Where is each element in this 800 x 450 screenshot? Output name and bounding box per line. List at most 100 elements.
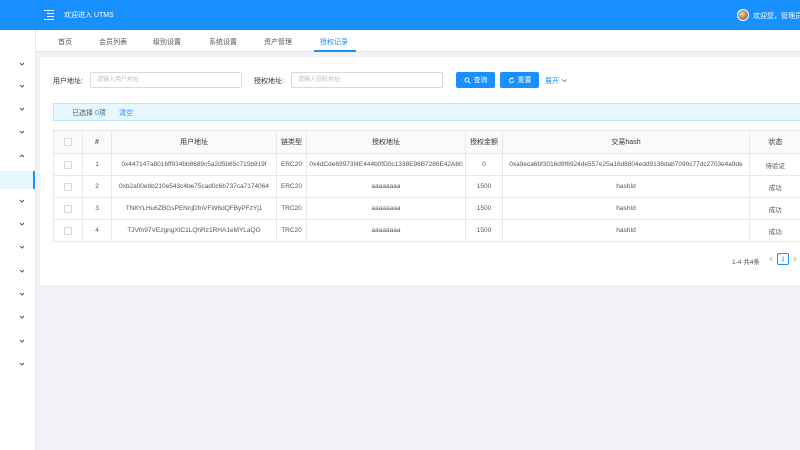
amount-cell: 1500 bbox=[465, 175, 503, 198]
row-checkbox[interactable] bbox=[64, 204, 72, 213]
selection-info: 已选择 0项 bbox=[72, 108, 106, 118]
row-index: 3 bbox=[82, 197, 112, 220]
tab-asset-management[interactable]: 资产管理 bbox=[264, 37, 292, 47]
status-cell: 待验证 bbox=[749, 153, 800, 176]
column-header: 链类型 bbox=[276, 130, 307, 154]
chevron-down-icon[interactable] bbox=[18, 313, 26, 321]
chain-type-cell: TRC20 bbox=[276, 219, 307, 242]
top-header: 欢迎进入 UTMS 欢迎您，管理员 bbox=[0, 0, 800, 30]
auth-address-cell: aaaaaaaa bbox=[306, 197, 466, 220]
selection-suffix: 项 bbox=[98, 110, 106, 117]
chevron-down-icon[interactable] bbox=[18, 128, 26, 136]
column-header: 状态 bbox=[749, 130, 800, 154]
reload-icon bbox=[508, 76, 514, 83]
chevron-down-icon[interactable] bbox=[18, 82, 26, 90]
main-content: 用户地址: 授权地址: 查询 重置 展开 已选择 0项 清空 # 用户地址 链类… bbox=[40, 57, 800, 285]
row-checkbox[interactable] bbox=[64, 226, 72, 235]
menu-toggle-icon[interactable] bbox=[44, 9, 54, 21]
column-header: # bbox=[82, 130, 112, 154]
auth-address-input[interactable] bbox=[291, 72, 443, 88]
clear-selection-link[interactable]: 清空 bbox=[119, 108, 133, 118]
row-index: 2 bbox=[82, 175, 112, 198]
status-cell: 成功 bbox=[749, 175, 800, 198]
tab-system-settings[interactable]: 系统设置 bbox=[209, 37, 237, 47]
auth-address-cell: aaaaaaaa bbox=[306, 175, 466, 198]
user-address-cell: TN8YLHu6ZBGsPENnjDfnVFW6dQFByPFzYj1 bbox=[111, 197, 277, 220]
row-checkbox[interactable] bbox=[64, 182, 72, 191]
tab-bar: 首页 会员列表 级别设置 系统设置 资产管理 授权记录 bbox=[36, 30, 800, 52]
chain-type-cell: ERC20 bbox=[276, 175, 307, 198]
pagination-page-current[interactable]: 1 bbox=[777, 253, 789, 265]
selection-alert: 已选择 0项 清空 bbox=[53, 103, 800, 121]
chevron-down-icon[interactable] bbox=[18, 337, 26, 345]
chevron-down-icon[interactable] bbox=[18, 105, 26, 113]
reset-button-label: 重置 bbox=[517, 77, 532, 84]
tx-hash-cell: 0xa9eca6bf3016d9f6924de557e25a16d8804edd… bbox=[502, 153, 750, 176]
active-tab-underline bbox=[314, 50, 356, 52]
chain-type-cell: ERC20 bbox=[276, 153, 307, 176]
auth-address-label: 授权地址: bbox=[254, 78, 284, 85]
app-title: 欢迎进入 UTMS bbox=[64, 12, 114, 19]
row-select-cell[interactable] bbox=[53, 197, 83, 220]
column-header: 授权金额 bbox=[465, 130, 503, 154]
row-select-cell[interactable] bbox=[53, 175, 83, 198]
status-cell: 成功 bbox=[749, 197, 800, 220]
amount-cell: 1500 bbox=[465, 219, 503, 242]
table-row: 2 0xb2a00ebb210e543c4be75cad0c6b737ca717… bbox=[53, 175, 800, 198]
column-header: 交易hash bbox=[502, 130, 750, 154]
row-select-cell[interactable] bbox=[53, 219, 83, 242]
chevron-down-icon[interactable] bbox=[18, 290, 26, 298]
table-row: 4 TJVfn97VEzgngXtC1LQhRz1RHA1eMYLaQG TRC… bbox=[53, 219, 800, 242]
select-all-header[interactable] bbox=[53, 130, 83, 154]
chevron-down-icon bbox=[561, 79, 567, 83]
table-row: 3 TN8YLHu6ZBGsPENnjDfnVFW6dQFByPFzYj1 TR… bbox=[53, 197, 800, 220]
tab-authorization-records[interactable]: 授权记录 bbox=[320, 37, 348, 47]
table-header-row: # 用户地址 链类型 授权地址 授权金额 交易hash 状态 bbox=[53, 130, 800, 154]
authorization-table: # 用户地址 链类型 授权地址 授权金额 交易hash 状态 1 0x44714… bbox=[53, 130, 800, 242]
user-address-input[interactable] bbox=[90, 72, 242, 88]
column-header: 用户地址 bbox=[111, 130, 277, 154]
user-welcome[interactable]: 欢迎您，管理员 bbox=[753, 11, 800, 21]
reset-button[interactable]: 重置 bbox=[500, 72, 539, 88]
status-cell: 成功 bbox=[749, 219, 800, 242]
chain-type-cell: TRC20 bbox=[276, 197, 307, 220]
expand-filters-link[interactable]: 展开 bbox=[545, 76, 568, 86]
user-address-label: 用户地址: bbox=[53, 78, 83, 85]
tx-hash-cell: hashId bbox=[502, 175, 750, 198]
amount-cell: 1500 bbox=[465, 197, 503, 220]
chevron-down-icon[interactable] bbox=[18, 60, 26, 68]
tx-hash-cell: hashId bbox=[502, 197, 750, 220]
expand-label: 展开 bbox=[545, 78, 559, 85]
avatar[interactable] bbox=[737, 9, 749, 21]
column-header: 授权地址 bbox=[306, 130, 466, 154]
query-button-label: 查询 bbox=[473, 77, 488, 84]
user-address-cell: 0x447147a8016ff934bb8689c5a2d5b65c715b91… bbox=[111, 153, 277, 176]
row-select-cell[interactable] bbox=[53, 153, 83, 176]
row-checkbox[interactable] bbox=[64, 160, 72, 169]
row-index: 1 bbox=[82, 153, 112, 176]
chevron-down-icon[interactable] bbox=[18, 220, 26, 228]
tab-home[interactable]: 首页 bbox=[58, 37, 72, 47]
chevron-down-icon[interactable] bbox=[18, 243, 26, 251]
user-address-cell: 0xb2a00ebb210e543c4be75cad0c6b737ca71740… bbox=[111, 175, 277, 198]
sidebar bbox=[0, 30, 36, 450]
query-button[interactable]: 查询 bbox=[456, 72, 495, 88]
table-row: 1 0x447147a8016ff934bb8689c5a2d5b65c715b… bbox=[53, 153, 800, 176]
select-all-checkbox[interactable] bbox=[64, 138, 72, 146]
auth-address-cell: 0x4dCde69973f4E444b0fD0c1338E98B7286E42A… bbox=[306, 153, 466, 176]
chevron-down-icon[interactable] bbox=[18, 197, 26, 205]
tab-level-settings[interactable]: 级别设置 bbox=[153, 37, 181, 47]
prev-page-icon[interactable] bbox=[767, 255, 775, 263]
sidebar-active-background bbox=[0, 171, 36, 189]
chevron-up-icon[interactable] bbox=[18, 152, 26, 160]
auth-address-cell: aaaaaaaa bbox=[306, 219, 466, 242]
search-icon bbox=[463, 76, 471, 84]
chevron-down-icon[interactable] bbox=[18, 267, 26, 275]
chevron-down-icon[interactable] bbox=[18, 360, 26, 368]
amount-cell: 0 bbox=[465, 153, 503, 176]
tx-hash-cell: hashId bbox=[502, 219, 750, 242]
next-page-icon[interactable] bbox=[791, 255, 799, 263]
tab-member-list[interactable]: 会员列表 bbox=[99, 37, 127, 47]
selection-prefix: 已选择 bbox=[72, 110, 95, 117]
row-index: 4 bbox=[82, 219, 112, 242]
